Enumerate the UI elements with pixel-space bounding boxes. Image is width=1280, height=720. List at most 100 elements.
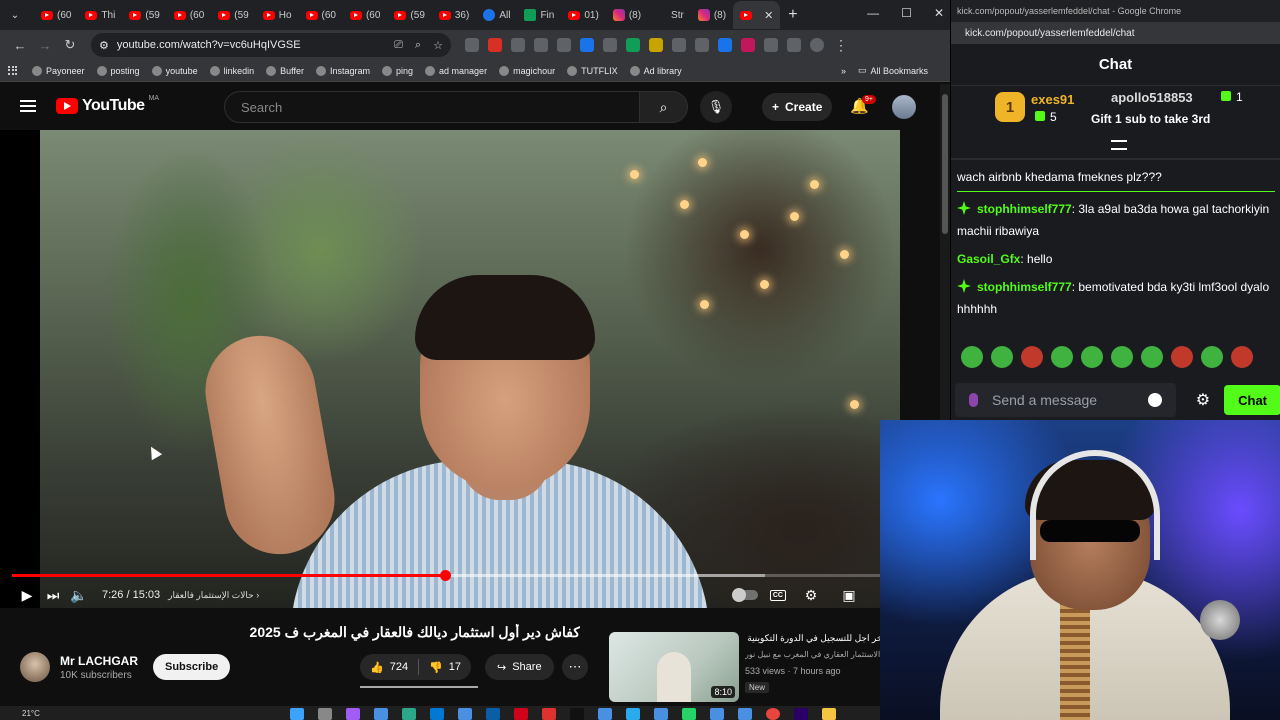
weather-widget[interactable]: 21°C xyxy=(22,709,40,718)
volume-icon[interactable]: 🔈 xyxy=(66,582,92,608)
browser-tab[interactable]: (59 xyxy=(122,1,166,29)
progress-bar[interactable] xyxy=(12,570,888,581)
settings-gear-icon[interactable]: ⚙ xyxy=(798,582,824,608)
extension-icon[interactable] xyxy=(603,38,617,52)
bookmark-item[interactable]: linkedin xyxy=(209,65,254,76)
bookmark-item[interactable]: youtube xyxy=(151,65,198,76)
browser-tab[interactable]: (60 xyxy=(34,1,78,29)
opera-icon[interactable] xyxy=(514,708,528,720)
maximize-icon[interactable]: ☐ xyxy=(901,6,912,20)
extension-icon[interactable] xyxy=(511,38,525,52)
autoplay-toggle[interactable] xyxy=(731,588,758,602)
more-actions-icon[interactable]: ⋯ xyxy=(562,654,588,680)
close-window-icon[interactable]: ✕ xyxy=(934,6,944,20)
bookmark-item[interactable]: TUTFLIX xyxy=(567,65,618,76)
app-icon[interactable] xyxy=(598,708,612,720)
chat-message-input[interactable]: Send a message xyxy=(955,383,1176,417)
emote-icon[interactable] xyxy=(1141,346,1163,368)
browser-tab[interactable]: Str xyxy=(648,1,691,29)
browser-tab[interactable]: 36) xyxy=(432,1,476,29)
bookmark-item[interactable]: Buffer xyxy=(266,65,304,76)
extension-icon[interactable] xyxy=(488,38,502,52)
scrubber-handle[interactable] xyxy=(439,570,451,581)
chrome-icon[interactable] xyxy=(766,708,780,720)
browser-tab[interactable]: (59 xyxy=(387,1,431,29)
browser-tab[interactable]: (60 xyxy=(167,1,211,29)
emote-icon[interactable] xyxy=(991,346,1013,368)
task-view-icon[interactable] xyxy=(318,708,332,720)
chapter-title[interactable]: حالات الإستثمار فالعقار › xyxy=(168,590,259,601)
back-icon[interactable]: ← xyxy=(8,33,32,57)
all-bookmarks[interactable]: ▭ All Bookmarks xyxy=(858,65,928,76)
bookmark-item[interactable]: ping xyxy=(382,65,413,76)
app-icon[interactable] xyxy=(654,708,668,720)
rank-2-user[interactable]: apollo518853 xyxy=(1111,90,1193,105)
extension-icon[interactable] xyxy=(718,38,732,52)
close-tab-icon[interactable]: ✕ xyxy=(764,9,773,22)
browser-tab[interactable]: (8) xyxy=(691,1,733,29)
chat-username[interactable]: stophhimself777 xyxy=(977,202,1072,216)
emote-icon[interactable] xyxy=(1231,346,1253,368)
site-info-icon[interactable]: ⚙ xyxy=(99,39,109,52)
chat-settings-gear-icon[interactable]: ⚙ xyxy=(1196,390,1210,410)
extension-icon[interactable] xyxy=(580,38,594,52)
app-icon[interactable] xyxy=(458,708,472,720)
tab-search-button[interactable]: ⌄ xyxy=(4,4,26,26)
browser-tab[interactable]: (60 xyxy=(299,1,343,29)
telegram-icon[interactable] xyxy=(626,708,640,720)
bookmark-item[interactable]: ad manager xyxy=(425,65,487,76)
file-explorer-icon[interactable] xyxy=(822,708,836,720)
extension-icon[interactable] xyxy=(534,38,548,52)
browser-tab[interactable]: Thi xyxy=(78,1,122,29)
profile-icon[interactable] xyxy=(810,38,824,52)
subtitles-icon[interactable]: CC xyxy=(769,589,786,601)
like-button[interactable]: 👍 724 xyxy=(360,654,418,680)
next-icon[interactable]: ⏭ xyxy=(40,582,66,608)
more-bookmarks-icon[interactable]: » xyxy=(841,66,846,76)
extension-icon[interactable] xyxy=(557,38,571,52)
browser-tab[interactable]: (59 xyxy=(211,1,255,29)
video-player[interactable]: ▶ ⏭ 🔈 7:26 / 15:03 حالات الإستثمار فالعق… xyxy=(0,130,900,608)
outlook-icon[interactable] xyxy=(486,708,500,720)
browser-tab[interactable]: (8) xyxy=(606,1,648,29)
mail-icon[interactable] xyxy=(430,708,444,720)
extension-icon[interactable] xyxy=(741,38,755,52)
menu-icon[interactable] xyxy=(20,100,36,112)
forward-icon[interactable]: → xyxy=(33,33,57,57)
extension-icon[interactable] xyxy=(626,38,640,52)
browser-tab[interactable]: (60 xyxy=(343,1,387,29)
youtube-logo[interactable]: YouTube MA xyxy=(56,95,159,115)
emote-icon[interactable] xyxy=(1051,346,1073,368)
browser-tab[interactable]: ✕ xyxy=(733,1,781,29)
browser-tab[interactable]: Ho xyxy=(256,1,299,29)
copilot-icon[interactable] xyxy=(346,708,360,720)
extensions-puzzle-icon[interactable] xyxy=(764,38,778,52)
emoji-icon[interactable] xyxy=(1147,393,1162,407)
collapse-icon[interactable] xyxy=(1111,140,1127,150)
play-icon[interactable]: ▶ xyxy=(14,582,40,608)
tiktok-icon[interactable] xyxy=(570,708,584,720)
emote-icon[interactable] xyxy=(1081,346,1103,368)
emote-icon[interactable] xyxy=(961,346,983,368)
miniplayer-icon[interactable]: ▣ xyxy=(836,582,862,608)
emote-icon[interactable] xyxy=(1171,346,1193,368)
emote-icon[interactable] xyxy=(1021,346,1043,368)
whatsapp-icon[interactable] xyxy=(682,708,696,720)
bookmark-item[interactable]: Instagram xyxy=(315,65,370,76)
rank-1-user[interactable]: exes91 xyxy=(1031,92,1074,107)
create-button[interactable]: + Create xyxy=(762,93,833,121)
app-icon[interactable] xyxy=(738,708,752,720)
chat-send-button[interactable]: Chat xyxy=(1224,385,1280,415)
extension-icon[interactable] xyxy=(649,38,663,52)
app-icon[interactable] xyxy=(374,708,388,720)
search-input[interactable]: Search xyxy=(224,91,640,123)
extension-icon[interactable] xyxy=(465,38,479,52)
install-icon[interactable]: ⎚ xyxy=(394,39,403,52)
browser-tab[interactable]: All xyxy=(476,1,517,29)
minimize-icon[interactable]: — xyxy=(867,6,879,20)
search-icon[interactable]: ⌕ xyxy=(640,91,688,123)
recommended-title[interactable]: آخر اجل للتسجيل في الدورة التكوينية التا… xyxy=(745,633,885,645)
voice-search-icon[interactable]: 🎙 xyxy=(700,91,732,123)
channel-avatar[interactable] xyxy=(20,652,50,682)
extension-icon[interactable] xyxy=(672,38,686,52)
